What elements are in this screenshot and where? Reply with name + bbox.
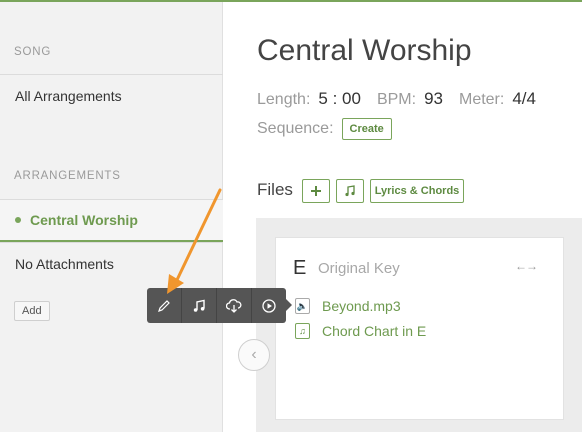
- sidebar-item-no-attachments[interactable]: No Attachments: [0, 242, 223, 284]
- add-file-button[interactable]: [302, 179, 330, 203]
- plus-icon: [311, 186, 321, 196]
- sidebar-item-label: No Attachments: [15, 255, 114, 272]
- bpm-value: 93: [424, 89, 443, 108]
- active-dot-icon: [15, 217, 21, 223]
- song-meta-row: Length: 5 : 00 BPM: 93 Meter: 4/4: [257, 89, 536, 109]
- audio-file-icon: 🔈: [295, 298, 310, 314]
- left-right-arrows-icon[interactable]: ←→: [515, 259, 538, 273]
- music-note-icon: [345, 185, 355, 197]
- file-name[interactable]: Chord Chart in E: [322, 323, 426, 339]
- song-section-label: SONG: [14, 46, 52, 58]
- files-heading: Files: [257, 180, 293, 199]
- pencil-icon: [158, 299, 170, 312]
- chevron-left-icon: ‹: [251, 346, 257, 363]
- collapse-back-button[interactable]: ‹: [238, 339, 270, 371]
- key-value: E: [293, 257, 307, 279]
- arrangements-section-label: ARRANGEMENTS: [14, 170, 121, 182]
- edit-button[interactable]: [147, 288, 182, 323]
- bpm-label: BPM:: [376, 91, 417, 108]
- create-sequence-button[interactable]: Create: [341, 118, 392, 140]
- file-name[interactable]: Beyond.mp3: [322, 298, 401, 314]
- file-row-audio[interactable]: 🔈 Beyond.mp3: [295, 298, 401, 314]
- file-row-chord-chart[interactable]: ♫ Chord Chart in E: [295, 323, 426, 339]
- lyrics-chords-button[interactable]: Lyrics & Chords: [370, 179, 464, 203]
- sidebar-item-label: Central Worship: [30, 212, 138, 228]
- original-key-label: Original Key: [318, 260, 400, 277]
- play-icon: [262, 298, 276, 313]
- music-note-icon: [193, 299, 205, 312]
- music-button[interactable]: [182, 288, 217, 323]
- chord-chart-icon: ♫: [295, 323, 310, 339]
- play-button[interactable]: [252, 288, 286, 323]
- toolbar-pointer: [286, 299, 292, 311]
- sidebar-item-central-worship[interactable]: Central Worship: [0, 199, 223, 242]
- sidebar-item-label: All Arrangements: [15, 87, 122, 104]
- meter-label: Meter:: [458, 91, 505, 108]
- file-action-toolbar: [147, 288, 286, 323]
- sidebar-item-all-arrangements[interactable]: All Arrangements: [0, 74, 223, 116]
- page-title: Central Worship: [257, 34, 472, 67]
- sidebar: SONG All Arrangements ARRANGEMENTS Centr…: [0, 2, 223, 432]
- length-value: 5 : 00: [318, 89, 361, 108]
- download-button[interactable]: [217, 288, 252, 323]
- music-file-button[interactable]: [336, 179, 364, 203]
- sequence-label: Sequence:: [257, 120, 334, 137]
- cloud-download-icon: [226, 298, 242, 313]
- add-arrangement-button[interactable]: Add: [14, 301, 50, 321]
- meter-value: 4/4: [512, 89, 536, 108]
- sequence-row: Sequence: Create: [257, 118, 392, 140]
- length-label: Length:: [257, 91, 311, 108]
